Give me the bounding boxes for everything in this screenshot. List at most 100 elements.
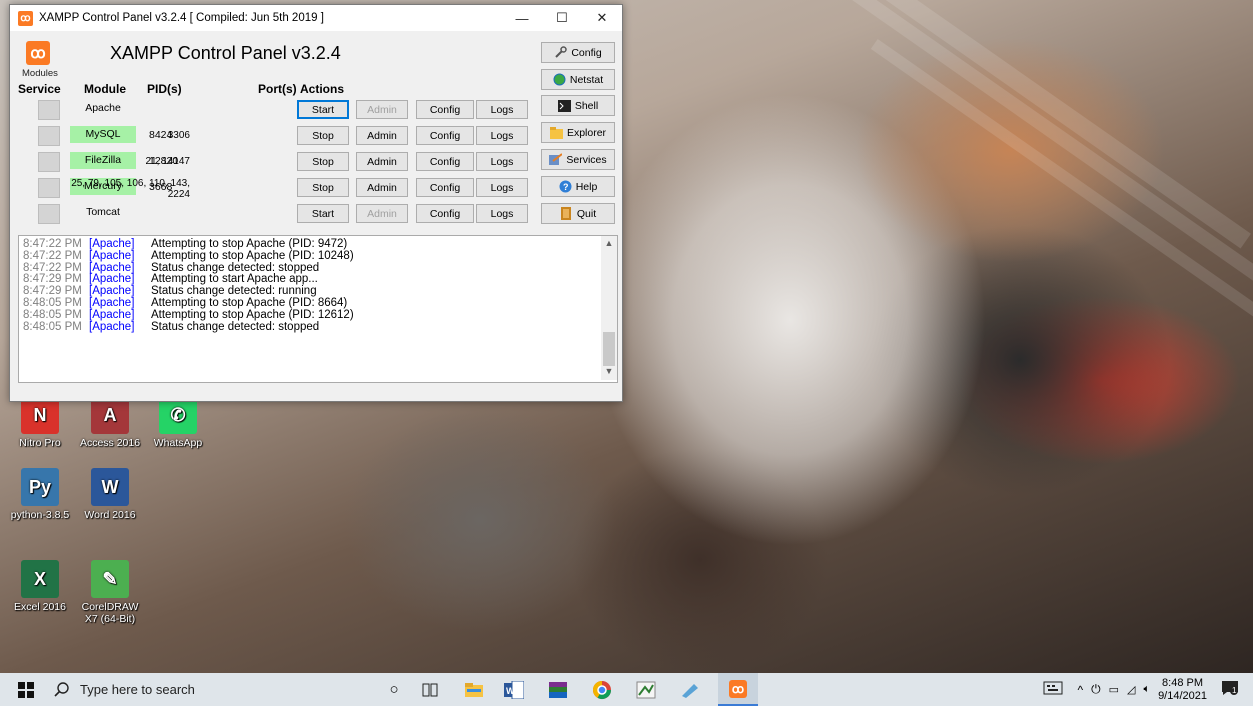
start-stop-button[interactable]: Stop [297,126,349,145]
help-side-button[interactable]: ? Help [541,176,615,197]
minimize-button[interactable]: — [502,5,542,31]
logs-button[interactable]: Logs [476,178,528,197]
task-view-icon[interactable] [412,673,448,706]
xampp-logo-icon: ꝏ [26,41,50,65]
config-button[interactable]: Config [416,204,474,223]
close-button[interactable]: ✕ [582,5,622,31]
xampp-taskbar-icon[interactable]: ꝏ [718,673,758,706]
file-explorer-taskbar-icon[interactable] [456,673,492,706]
desktop-shortcut-nitro-pro[interactable]: N Nitro Pro [8,396,72,449]
config-side-button[interactable]: Config [541,42,615,63]
admin-button[interactable]: Admin [356,100,408,119]
scrollbar-thumb[interactable] [603,332,615,366]
service-checkbox[interactable] [38,100,60,120]
log-timestamp: 8:48:05 PM [23,308,82,321]
folder-icon [549,126,563,139]
panel-title: XAMPP Control Panel v3.2.4 [110,43,341,63]
module-row-mysql: MySQL 8424 3306 Stop Admin Config Logs [10,126,530,150]
desktop-shortcut-whatsapp[interactable]: ✆ WhatsApp [146,396,210,449]
side-button-label: Services [566,153,607,166]
service-checkbox[interactable] [38,152,60,172]
admin-button[interactable]: Admin [356,204,408,223]
volume-icon[interactable]: 🔈︎ [1143,683,1150,696]
desktop-shortcut-word[interactable]: W Word 2016 [78,468,142,521]
service-checkbox[interactable] [38,126,60,146]
services-side-button[interactable]: Services [541,149,615,170]
app-taskbar-icon[interactable] [628,673,664,706]
logs-button[interactable]: Logs [476,204,528,223]
log-module: [Apache] [89,308,135,321]
wifi-icon[interactable]: ◿ [1127,683,1135,696]
netstat-side-button[interactable]: Netstat [541,69,615,90]
admin-button[interactable]: Admin [356,178,408,197]
shell-side-button[interactable]: Shell [541,95,615,116]
log-message: Attempting to stop Apache (PID: 12612) [151,308,354,321]
desktop-shortcut-coreldraw[interactable]: ✎ CorelDRAW X7 (64-Bit) [78,560,142,625]
search-icon [54,681,69,697]
svg-text:?: ? [563,182,569,192]
start-stop-button[interactable]: Start [297,100,349,119]
explorer-side-button[interactable]: Explorer [541,122,615,143]
scroll-down-arrow-icon[interactable]: ▼ [601,366,617,380]
maximize-button[interactable]: ☐ [542,5,582,31]
config-button[interactable]: Config [416,126,474,145]
modules-group-label: Modules [22,68,58,79]
taskbar-search[interactable]: Type here to search [48,673,358,706]
config-button[interactable]: Config [416,100,474,119]
log-message: Status change detected: stopped [151,261,320,274]
logs-button[interactable]: Logs [476,100,528,119]
logs-button[interactable]: Logs [476,126,528,145]
admin-button[interactable]: Admin [356,152,408,171]
scroll-up-arrow-icon[interactable]: ▲ [601,238,617,252]
desktop-shortcut-label: python-3.8.5 [10,509,70,521]
search-placeholder: Type here to search [80,682,195,697]
side-button-label: Quit [576,207,597,220]
svg-text:W: W [506,686,515,696]
start-stop-button[interactable]: Start [297,204,349,223]
chrome-taskbar-icon[interactable] [584,673,620,706]
log-message: Status change detected: running [151,285,317,298]
module-row-mercury: Mercury 3668 25, 79, 105, 106, 110, 143, 2… [10,178,530,202]
module-port: 25, 79, 105, 106, 110, 143, 2224 [71,178,190,200]
desktop-shortcut-label: WhatsApp [153,437,203,449]
admin-button[interactable]: Admin [356,126,408,145]
log-console[interactable]: 8:47:22 PM [Apache] Attempting to stop Apa… [18,235,618,383]
winrar-taskbar-icon[interactable] [540,673,576,706]
desktop-shortcut-access[interactable]: A Access 2016 [78,396,142,449]
keyboard-layout-icon[interactable] [1043,681,1063,698]
start-stop-button[interactable]: Stop [297,152,349,171]
start-stop-button[interactable]: Stop [297,178,349,197]
start-button[interactable] [10,673,42,706]
logs-button[interactable]: Logs [476,152,528,171]
services-icon [549,153,563,166]
clock[interactable]: 8:48 PM 9/14/2021 [1158,677,1207,703]
word-taskbar-icon[interactable]: W [496,673,532,706]
excel-icon: X [21,560,59,598]
clock-date: 9/14/2021 [1158,689,1207,702]
notification-center-icon[interactable]: 1 [1221,680,1243,699]
word-icon: W [91,468,129,506]
log-module: [Apache] [89,249,135,262]
log-scrollbar[interactable]: ▲ ▼ [601,236,617,380]
show-hidden-icons-icon[interactable]: ^ [1077,683,1083,697]
log-message: Attempting to start Apache app... [151,273,318,286]
quit-side-button[interactable]: Quit [541,203,615,224]
service-checkbox[interactable] [38,178,60,198]
desktop-shortcut-label: CorelDRAW X7 (64-Bit) [81,601,139,625]
network-icon[interactable]: ⏻ [1091,682,1101,697]
config-button[interactable]: Config [416,152,474,171]
xampp-app-icon: ꝏ [18,10,33,26]
wrench-icon [554,46,568,59]
service-checkbox[interactable] [38,204,60,224]
tool-taskbar-icon[interactable] [672,673,708,706]
config-button[interactable]: Config [416,178,474,197]
title-bar[interactable]: ꝏ XAMPP Control Panel v3.2.4 [ Compiled:… [10,5,622,31]
desktop-shortcut-excel[interactable]: X Excel 2016 [8,560,72,613]
module-name: Apache [85,102,121,114]
side-button-label: Config [571,46,602,59]
desktop-shortcut-python[interactable]: Py python-3.8.5 [8,468,72,521]
cortana-icon[interactable]: ○ [376,673,412,706]
globe-icon [553,73,566,86]
log-message: Attempting to stop Apache (PID: 10248) [151,249,354,262]
battery-icon[interactable]: ▭ [1109,683,1119,696]
